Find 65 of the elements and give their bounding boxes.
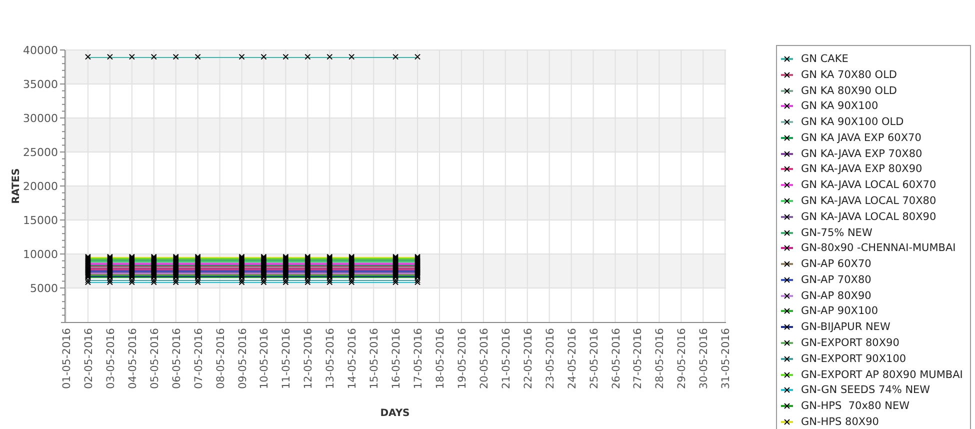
- x-axis-title: DAYS: [380, 408, 410, 419]
- y-tick-label: 5000: [30, 282, 58, 295]
- legend-label: GN KA-JAVA EXP 80X90: [801, 163, 922, 176]
- legend-label: GN CAKE: [801, 52, 848, 65]
- x-tick-label: 01-05-2016: [61, 328, 73, 390]
- x-tick-label: 03-05-2016: [104, 328, 117, 390]
- legend-label: GN KA-JAVA LOCAL 70X80: [801, 194, 936, 207]
- y-axis-title: RATES: [11, 168, 22, 204]
- legend-label: GN KA 90X100 OLD: [801, 116, 904, 128]
- x-tick-label: 26-05-2016: [610, 328, 622, 390]
- y-tick-label: 10000: [23, 248, 58, 261]
- x-tick-label: 15-05-2016: [368, 328, 381, 390]
- legend-label: GN-AP 80X90: [801, 290, 872, 302]
- legend-label: GN KA JAVA EXP 60X70: [801, 132, 922, 144]
- x-tick-label: 25-05-2016: [588, 328, 600, 390]
- x-tick-label: 07-05-2016: [192, 328, 205, 390]
- x-tick-label: 04-05-2016: [126, 328, 139, 390]
- legend-label: GN-AP 90X100: [801, 305, 878, 318]
- legend-label: GN-HPS 80X90: [801, 416, 879, 428]
- x-tick-label: 12-05-2016: [302, 328, 315, 390]
- x-tick-label: 30-05-2016: [698, 328, 710, 390]
- y-tick-label: 40000: [23, 44, 58, 57]
- y-tick-label: 30000: [23, 112, 58, 125]
- legend-label: GN KA 90X100: [801, 100, 878, 112]
- x-tick-label: 11-05-2016: [280, 328, 293, 390]
- legend-label: GN KA-JAVA LOCAL 80X90: [801, 210, 936, 223]
- x-tick-label: 21-05-2016: [500, 328, 512, 390]
- x-tick-label: 09-05-2016: [236, 328, 249, 390]
- legend-label: GN-80x90 -CHENNAI-MUMBAI: [801, 242, 956, 254]
- x-tick-label: 13-05-2016: [324, 328, 337, 390]
- legend-label: GN-EXPORT 90X100: [801, 352, 906, 365]
- legend-label: GN-HPS 70x80 NEW: [801, 400, 910, 412]
- x-tick-label: 10-05-2016: [258, 328, 271, 390]
- y-tick-label: 15000: [23, 214, 58, 227]
- legend-label: GN KA 70X80 OLD: [801, 68, 898, 81]
- x-tick-label: 06-05-2016: [170, 328, 183, 390]
- y-tick-label: 20000: [23, 180, 58, 193]
- y-tick-label: 25000: [23, 146, 58, 159]
- y-tick-label: 35000: [23, 78, 58, 91]
- x-tick-label: 16-05-2016: [390, 328, 403, 390]
- x-tick-label: 02-05-2016: [82, 328, 95, 390]
- legend-label: GN KA 80X90 OLD: [801, 84, 898, 96]
- legend-label: GN-EXPORT 80X90: [801, 337, 900, 349]
- legend-label: GN-GN SEEDS 74% NEW: [801, 384, 930, 396]
- x-tick-label: 31-05-2016: [720, 328, 732, 390]
- x-tick-label: 23-05-2016: [544, 328, 556, 390]
- legend-label: GN KA-JAVA LOCAL 60X70: [801, 179, 936, 192]
- x-tick-label: 05-05-2016: [148, 328, 161, 390]
- x-tick-label: 28-05-2016: [654, 328, 666, 390]
- x-tick-label: 20-05-2016: [478, 328, 490, 390]
- x-tick-label: 27-05-2016: [632, 328, 644, 390]
- x-tick-label: 29-05-2016: [676, 328, 688, 390]
- x-tick-label: 24-05-2016: [566, 328, 578, 390]
- legend-label: GN-EXPORT AP 80X90 MUMBAI: [801, 368, 963, 381]
- legend-label: GN-AP 70X80: [801, 274, 872, 286]
- legend-label: GN-75% NEW: [801, 226, 872, 239]
- x-tick-label: 14-05-2016: [346, 328, 359, 390]
- legend-label: GN-BIJAPUR NEW: [801, 321, 890, 334]
- x-tick-label: 18-05-2016: [434, 328, 446, 390]
- x-tick-label: 22-05-2016: [522, 328, 534, 390]
- legend-label: GN-AP 60X70: [801, 258, 872, 270]
- x-tick-label: 19-05-2016: [456, 328, 468, 390]
- legend-label: GN KA-JAVA EXP 70X80: [801, 148, 922, 160]
- x-tick-label: 17-05-2016: [412, 328, 425, 390]
- x-tick-label: 08-05-2016: [214, 328, 227, 390]
